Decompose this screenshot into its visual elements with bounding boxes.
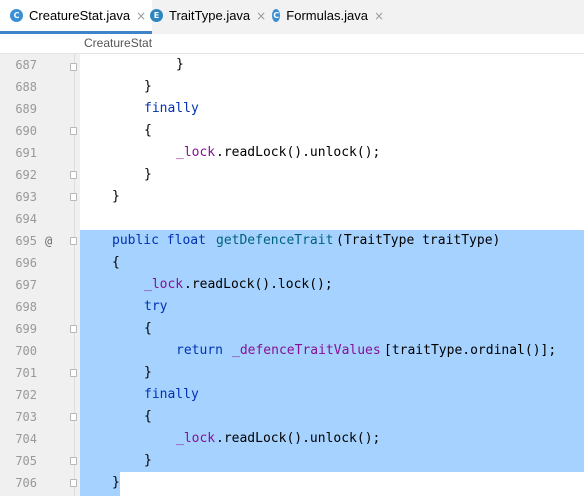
fold-marker-icon[interactable]	[70, 325, 77, 333]
code-method-name: getDefenceTrait	[216, 233, 334, 248]
line-number: 700	[15, 344, 37, 358]
code-text: {	[144, 409, 152, 424]
close-icon[interactable]: ×	[374, 9, 384, 23]
code-line: 699 {	[0, 318, 584, 340]
close-icon[interactable]: ×	[256, 9, 266, 23]
code-line: 705 }	[0, 450, 584, 472]
code-text: }	[112, 475, 120, 490]
code-text: (TraitType traitType)	[336, 233, 501, 248]
code-text: {	[144, 321, 152, 336]
code-text: }	[144, 167, 152, 182]
code-line: 692 }	[0, 164, 584, 186]
code-field: _lock	[176, 431, 216, 446]
code-line: 696 {	[0, 252, 584, 274]
line-number: 704	[15, 432, 37, 446]
line-number: 687	[15, 58, 37, 72]
tab-creaturestat-java[interactable]: C CreatureStat.java ×	[0, 0, 152, 34]
breadcrumb-bar: CreatureStat	[0, 34, 584, 54]
code-field: _lock	[144, 277, 184, 292]
code-text: .readLock().unlock();	[216, 431, 381, 446]
code-text: }	[144, 453, 152, 468]
line-number: 692	[15, 168, 37, 182]
line-number: 702	[15, 388, 37, 402]
fold-marker-icon[interactable]	[70, 479, 77, 487]
line-number: 690	[15, 124, 37, 138]
code-line: 703 {	[0, 406, 584, 428]
code-keyword: finally	[144, 101, 199, 116]
code-keyword: public float	[112, 233, 214, 248]
code-text: }	[176, 57, 184, 72]
line-number: 697	[15, 278, 37, 292]
line-number: 694	[15, 212, 37, 226]
code-keyword: try	[144, 299, 168, 314]
code-line: 704 _lock .readLock().unlock();	[0, 428, 584, 450]
code-line: 694	[0, 208, 584, 230]
code-keyword: return	[176, 343, 231, 358]
code-text: }	[144, 79, 152, 94]
line-number: 691	[15, 146, 37, 160]
fold-marker-icon[interactable]	[70, 127, 77, 135]
line-number: 688	[15, 80, 37, 94]
code-line: 700 return _defenceTraitValues [traitTyp…	[0, 340, 584, 362]
code-line: 702 finally	[0, 384, 584, 406]
code-line: 689 finally	[0, 98, 584, 120]
fold-marker-icon[interactable]	[70, 369, 77, 377]
code-text: }	[144, 365, 152, 380]
code-line: 688 }	[0, 76, 584, 98]
code-field: _defenceTraitValues	[232, 343, 381, 358]
code-line: 698 try	[0, 296, 584, 318]
tab-traittype-java[interactable]: E TraitType.java ×	[150, 0, 268, 31]
line-number: 699	[15, 322, 37, 336]
line-number: 695	[15, 234, 37, 248]
code-keyword: finally	[144, 387, 199, 402]
code-text: {	[112, 255, 120, 270]
code-line: 706 }	[0, 472, 584, 494]
line-number: 698	[15, 300, 37, 314]
fold-marker-icon[interactable]	[70, 63, 77, 71]
line-number: 696	[15, 256, 37, 270]
close-icon[interactable]: ×	[136, 9, 146, 23]
tab-label: TraitType.java	[169, 8, 251, 23]
code-line: 693 }	[0, 186, 584, 208]
class-icon: C	[10, 9, 23, 22]
code-line: 701 }	[0, 362, 584, 384]
line-number: 705	[15, 454, 37, 468]
code-text: {	[144, 123, 152, 138]
tab-label: CreatureStat.java	[29, 8, 131, 23]
line-number: 703	[15, 410, 37, 424]
code-text: }	[112, 189, 120, 204]
code-text: [traitType.ordinal()];	[384, 343, 557, 358]
line-number: 689	[15, 102, 37, 116]
fold-marker-icon[interactable]	[70, 457, 77, 465]
tab-label: Formulas.java	[286, 8, 368, 23]
breadcrumb[interactable]: CreatureStat	[84, 36, 152, 50]
code-text: .readLock().unlock();	[216, 145, 381, 160]
code-line: 691 _lock .readLock().unlock();	[0, 142, 584, 164]
code-editor[interactable]: 687 } 688 } 689 finally 690 { 691 _lock …	[0, 54, 584, 496]
class-icon: C	[272, 9, 281, 22]
code-line: 697 _lock .readLock().lock();	[0, 274, 584, 296]
fold-marker-icon[interactable]	[70, 193, 77, 201]
enum-icon: E	[150, 9, 163, 22]
line-number: 701	[15, 366, 37, 380]
code-field: _lock	[176, 145, 216, 160]
code-line: 687 }	[0, 54, 584, 76]
editor-tab-bar: C CreatureStat.java × E TraitType.java ×…	[0, 0, 584, 35]
code-line: 690 {	[0, 120, 584, 142]
tab-formulas-java[interactable]: C Formulas.java ×	[272, 0, 384, 31]
line-number: 693	[15, 190, 37, 204]
code-line: 695 @ public float getDefenceTrait (Trai…	[0, 230, 584, 252]
override-annotation-icon[interactable]: @	[45, 230, 61, 252]
fold-marker-icon[interactable]	[70, 413, 77, 421]
fold-marker-icon[interactable]	[70, 237, 77, 245]
code-text: .readLock().lock();	[184, 277, 333, 292]
line-number: 706	[15, 476, 37, 490]
fold-marker-icon[interactable]	[70, 171, 77, 179]
